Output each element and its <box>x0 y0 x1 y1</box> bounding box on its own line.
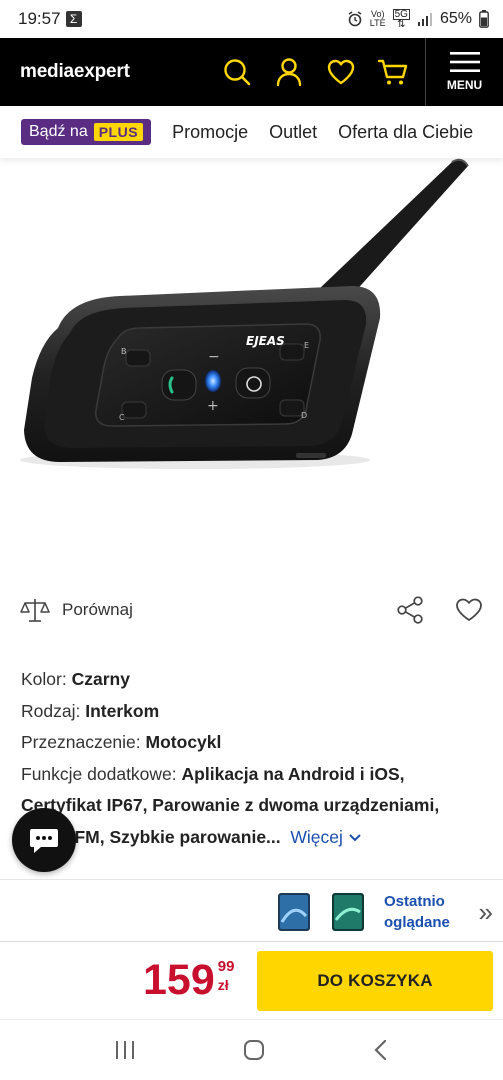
menu-icon <box>449 52 480 72</box>
add-to-cart-button[interactable]: DO KOSZYKA <box>257 951 493 1011</box>
chevron-double-right-icon: » <box>478 896 493 927</box>
volte-indicator: Vo) LTE <box>369 9 386 28</box>
svg-text:E: E <box>304 341 309 350</box>
status-right: Vo) LTE 5G ⇅ 65% <box>347 9 489 30</box>
recent-thumb-1 <box>278 893 310 931</box>
compare-scale-icon <box>20 599 50 622</box>
product-specs: Kolor: Czarny Rodzaj: Interkom Przeznacz… <box>21 664 491 853</box>
product-image[interactable]: − + B E C D EJEAS <box>0 158 503 578</box>
nav-item-oferta[interactable]: Oferta dla Ciebie <box>338 122 473 143</box>
search-button[interactable] <box>211 38 263 106</box>
svg-text:−: − <box>208 349 220 365</box>
spec-extra: Funkcje dodatkowe: Aplikacja na Android … <box>21 763 405 784</box>
svg-text:B: B <box>121 347 127 356</box>
price: 159 99 zł <box>143 958 234 1002</box>
actions-right <box>395 595 483 625</box>
site-header: mediaexpert MENU <box>0 38 503 106</box>
price-decimal: 99 <box>217 958 235 975</box>
svg-text:D: D <box>301 411 307 420</box>
device-brand-text: EJEAS <box>246 334 285 348</box>
spec-extra-line3: Radio FM, Szybkie parowanie... Więcej <box>21 822 491 854</box>
plus-promo-link[interactable]: Bądź na PLUS <box>21 119 152 145</box>
5g-indicator: 5G ⇅ <box>392 9 410 30</box>
buy-bar: 159 99 zł DO KOSZYKA <box>0 941 503 1019</box>
account-button[interactable] <box>263 38 315 106</box>
recent-thumb-2 <box>332 893 364 931</box>
system-navigation <box>0 1019 503 1080</box>
status-time: 19:57 <box>18 9 61 28</box>
divider <box>0 879 503 880</box>
compare-button[interactable]: Porównaj <box>20 597 133 623</box>
alarm-icon <box>348 11 362 27</box>
product-actions: Porównaj <box>0 588 503 632</box>
status-bar: 19:57 Σ Vo) LTE 5G ⇅ 65% <box>0 0 503 38</box>
chat-icon <box>30 829 58 853</box>
mediaexpert-logo[interactable]: mediaexpert <box>20 61 130 83</box>
nav-item-outlet[interactable]: Outlet <box>269 122 317 143</box>
back-icon[interactable] <box>371 1038 391 1062</box>
intercom-device-image: − + B E C D EJEAS <box>20 158 469 469</box>
search-icon <box>224 59 251 86</box>
share-icon[interactable] <box>395 595 425 625</box>
wishlist-button[interactable] <box>315 38 367 106</box>
recently-viewed[interactable]: Ostatnio oglądane » <box>276 884 503 940</box>
menu-button[interactable]: MENU <box>425 38 503 106</box>
home-icon[interactable] <box>242 1038 266 1062</box>
cart-icon <box>377 59 408 85</box>
battery-level: 65% <box>439 10 472 27</box>
spec-type: Rodzaj: Interkom <box>21 700 160 721</box>
spec-purpose: Przeznaczenie: Motocykl <box>21 732 222 752</box>
menu-label: MENU <box>446 78 483 92</box>
header-icons: MENU <box>211 38 503 106</box>
recent-label: Ostatnio oglądane <box>384 893 450 931</box>
category-nav: Bądź na PLUS Promocje Outlet Oferta dla … <box>0 106 503 158</box>
recents-icon[interactable] <box>113 1039 137 1061</box>
plus-prefix: Bądź na <box>29 123 88 140</box>
price-currency: zł <box>217 977 229 993</box>
spec-color: Kolor: Czarny <box>21 669 130 689</box>
heart-icon <box>327 59 355 85</box>
battery-icon <box>479 10 489 28</box>
sigma-icon: Σ <box>65 11 82 27</box>
user-icon <box>276 58 302 87</box>
favorite-heart-icon[interactable] <box>455 597 483 623</box>
price-integer: 159 <box>143 956 215 1004</box>
plus-badge: PLUS <box>93 123 144 141</box>
chevron-down-icon <box>349 833 361 841</box>
cart-button[interactable] <box>367 38 419 106</box>
chat-button[interactable] <box>12 808 76 872</box>
compare-label: Porównaj <box>62 600 133 619</box>
nav-item-promocje[interactable]: Promocje <box>172 122 248 143</box>
svg-text:C: C <box>119 413 125 422</box>
signal-icon <box>417 13 432 26</box>
more-link[interactable]: Więcej <box>290 827 361 847</box>
svg-text:+: + <box>207 398 219 414</box>
spec-extra-line2: Certyfikat IP67, Parowanie z dwoma urząd… <box>21 795 440 815</box>
